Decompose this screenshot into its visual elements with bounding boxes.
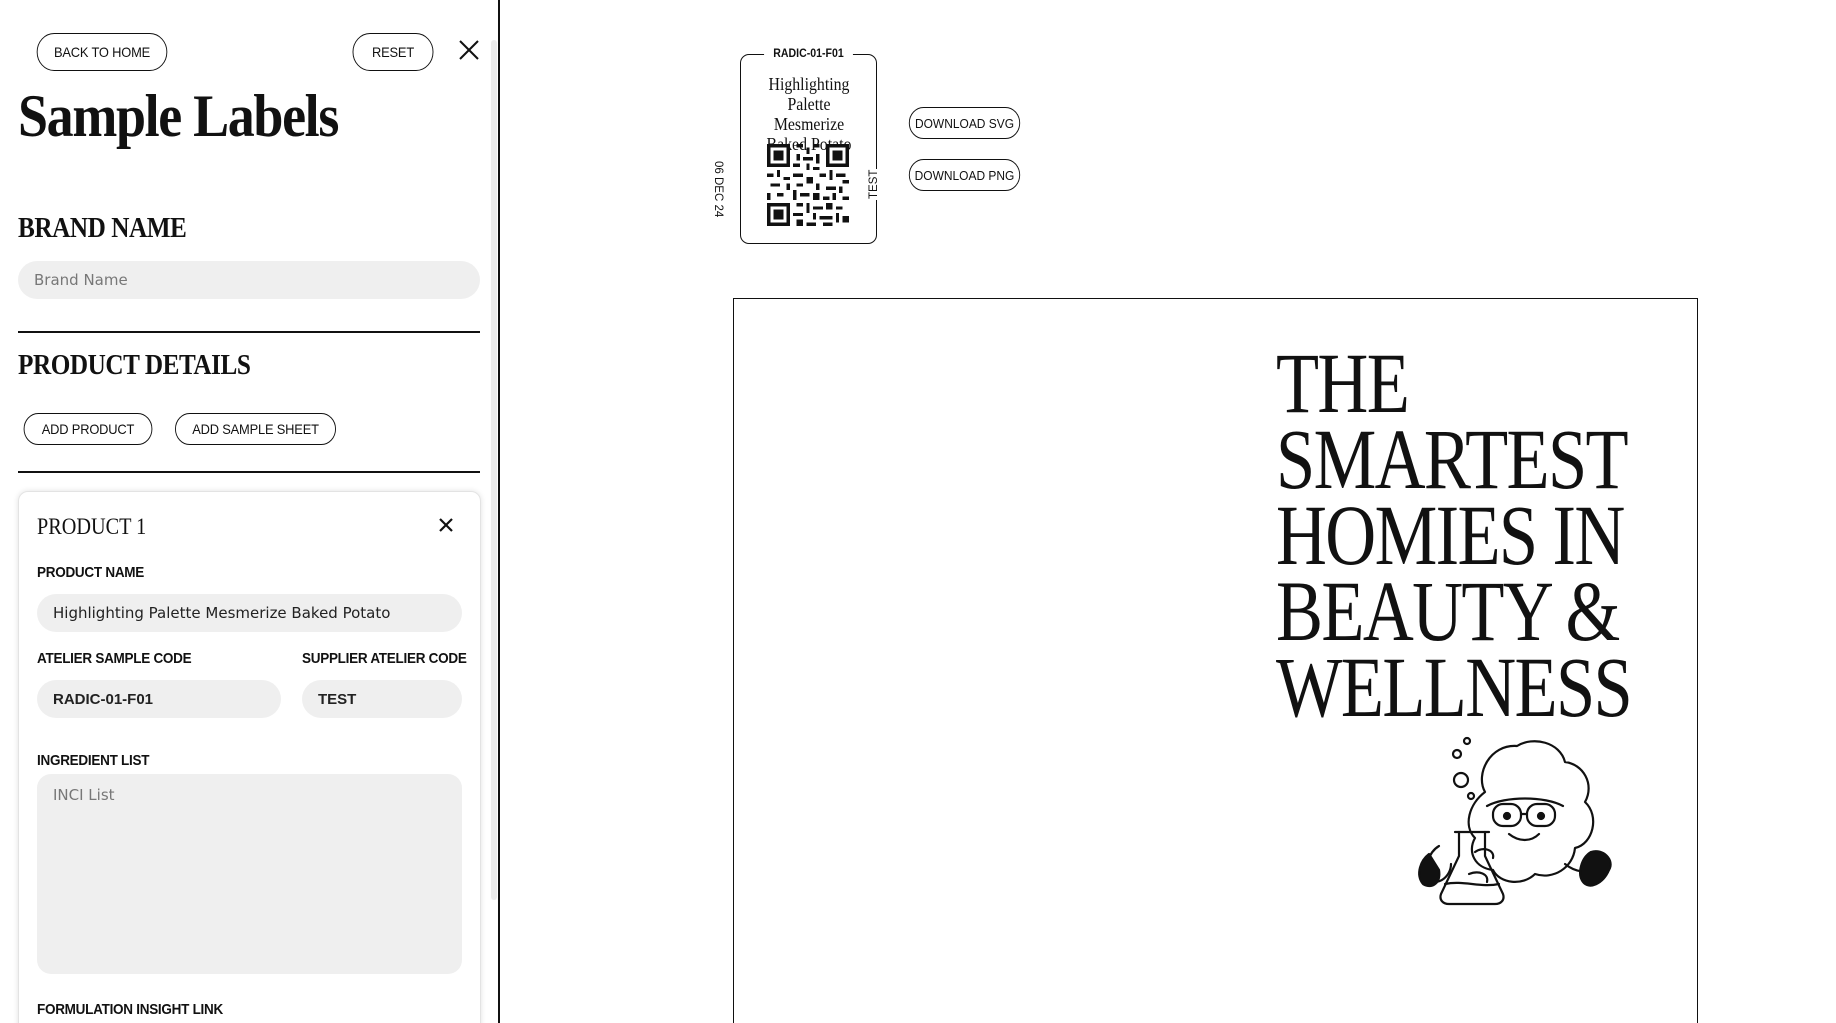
brand-name-heading: BRAND NAME xyxy=(18,213,187,244)
add-sample-sheet-button[interactable]: ADD SAMPLE SHEET xyxy=(175,413,336,445)
supplier-atelier-code-label: SUPPLIER ATELIER CODE xyxy=(302,650,467,667)
headline-line: THE xyxy=(1276,335,1410,431)
product-name-input[interactable] xyxy=(37,594,462,632)
headline-line: WELLNESS xyxy=(1276,639,1633,735)
remove-product-icon[interactable] xyxy=(437,516,455,534)
product-card: PRODUCT 1 PRODUCT NAME ATELIER SAMPLE CO… xyxy=(18,491,481,1023)
supplier-atelier-code-input[interactable] xyxy=(302,680,462,718)
download-svg-button[interactable]: DOWNLOAD SVG xyxy=(908,107,1021,139)
label-date: 06 DEC 24 xyxy=(712,160,724,219)
close-icon[interactable] xyxy=(455,36,483,64)
headline-line: HOMIES IN xyxy=(1276,487,1625,583)
atelier-sample-code-input[interactable] xyxy=(37,680,281,718)
product-card-title: PRODUCT 1 xyxy=(37,514,147,539)
label-supplier-code: TEST xyxy=(868,168,880,200)
back-to-home-button[interactable]: BACK TO HOME xyxy=(36,33,168,71)
page-title: Sample Labels xyxy=(18,83,339,149)
headline-line: BEAUTY & xyxy=(1276,563,1620,659)
sidebar-panel: BACK TO HOME RESET Sample Labels BRAND N… xyxy=(0,0,500,1023)
product-details-heading: PRODUCT DETAILS xyxy=(18,350,251,381)
scientist-cloud-mascot-icon xyxy=(1418,736,1612,906)
ingredient-list-label: INGREDIENT LIST xyxy=(37,752,150,769)
label-sample-code: RADIC-01-F01 xyxy=(764,46,853,60)
qr-code-icon xyxy=(767,144,849,226)
add-product-button[interactable]: ADD PRODUCT xyxy=(23,413,153,445)
sheet-headline: THE SMARTEST HOMIES IN BEAUTY & WELLNESS xyxy=(1276,335,1633,735)
section-divider xyxy=(18,471,480,473)
label-product-name: Highlighting Palette Mesmerize Baked Pot… xyxy=(766,74,852,154)
headline-line: SMARTEST xyxy=(1276,411,1629,507)
sidebar-scrollbar[interactable] xyxy=(491,40,497,900)
ingredient-list-textarea[interactable] xyxy=(37,774,462,974)
product-name-label: PRODUCT NAME xyxy=(37,564,145,581)
brand-name-input[interactable] xyxy=(18,261,480,299)
download-png-button[interactable]: DOWNLOAD PNG xyxy=(908,159,1021,191)
section-divider xyxy=(18,331,480,333)
reset-button[interactable]: RESET xyxy=(352,33,434,71)
formulation-insight-link-label: FORMULATION INSIGHT LINK xyxy=(37,1001,224,1018)
atelier-sample-code-label: ATELIER SAMPLE CODE xyxy=(37,650,192,667)
